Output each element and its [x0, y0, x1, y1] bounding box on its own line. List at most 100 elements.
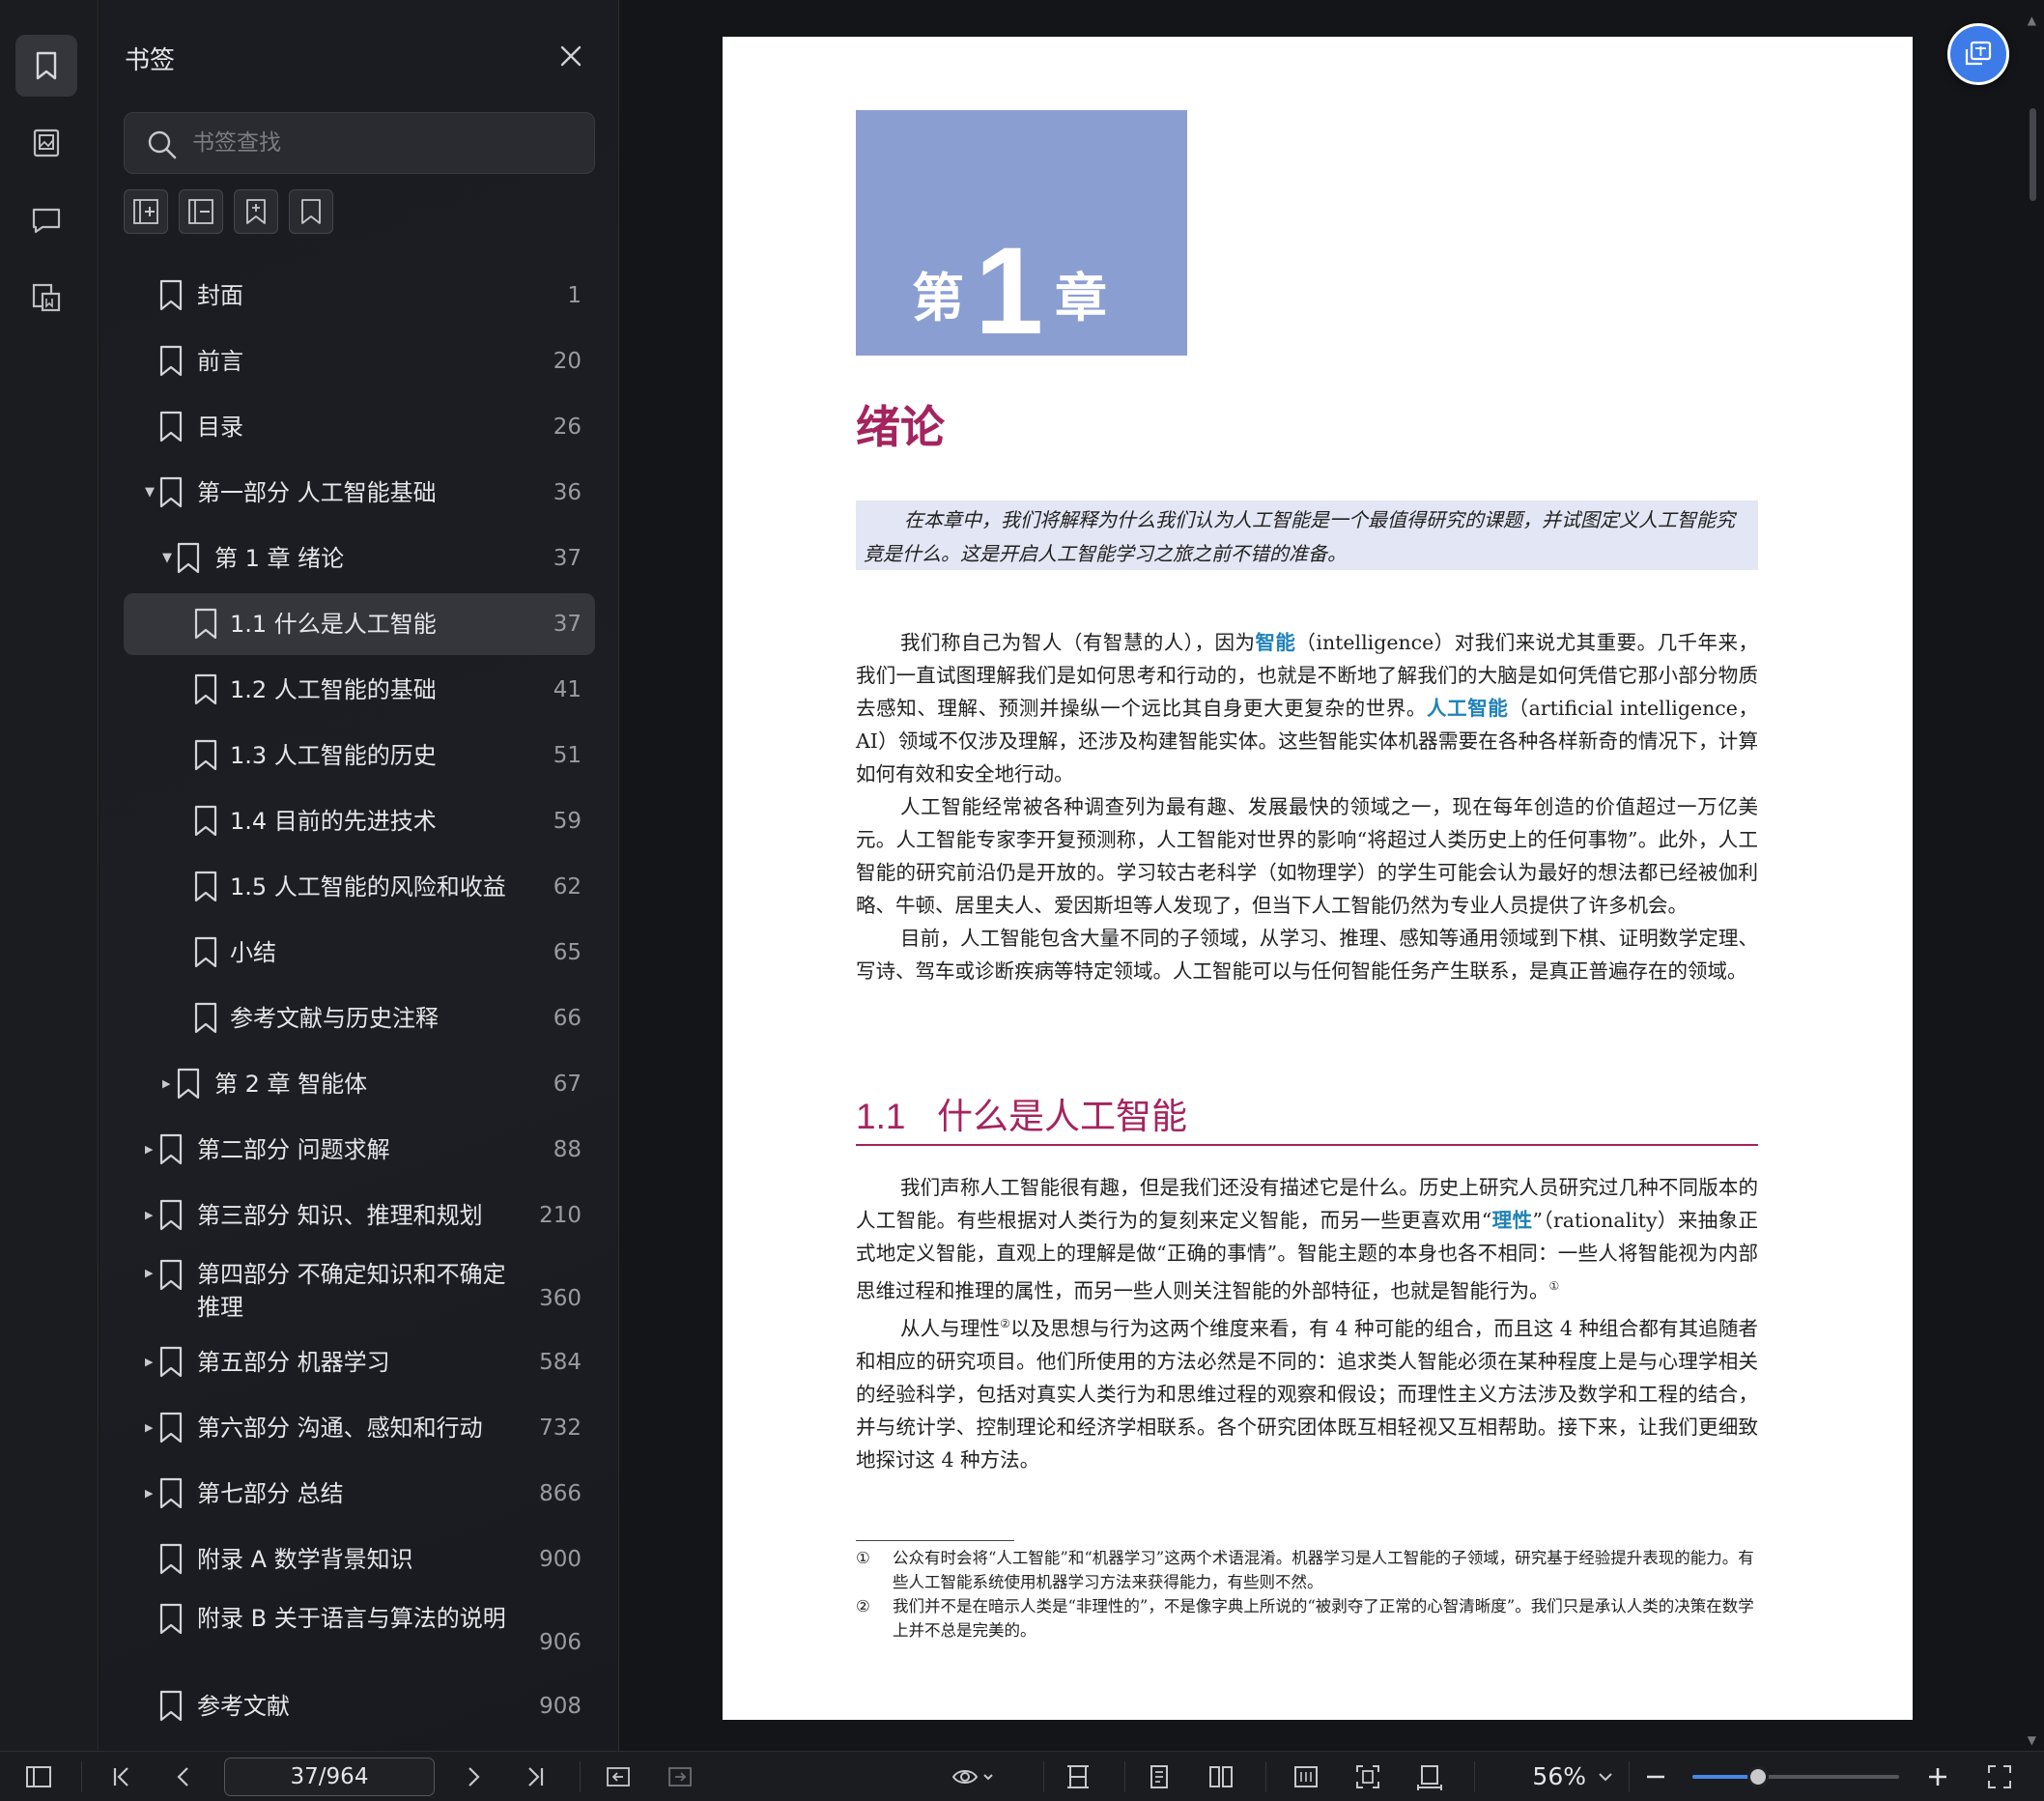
expand-all-button[interactable]	[124, 189, 168, 234]
floating-action-button[interactable]	[1947, 23, 2009, 85]
continuous-scroll-icon	[1067, 1765, 1089, 1788]
zoom-dropdown[interactable]	[1588, 1759, 1623, 1794]
bookmark-item[interactable]: 1.2 人工智能的基础 41	[124, 659, 595, 721]
bookmark-page-number: 210	[539, 1203, 582, 1228]
thumbnail-panel-button[interactable]	[15, 112, 77, 174]
bookmark-label: 第 2 章 智能体	[214, 1071, 368, 1098]
first-page-icon	[113, 1767, 128, 1787]
two-page-button[interactable]	[1204, 1759, 1238, 1794]
fit-width-icon	[1417, 1765, 1442, 1790]
bookmark-label: 第 1 章 绪论	[214, 545, 345, 572]
scroll-down-arrow[interactable]: ▼	[2028, 1733, 2036, 1747]
bookmark-item[interactable]: ▶ 第二部分 问题求解 88	[124, 1119, 595, 1181]
paragraph: 从人与理性②以及思想与行为这两个维度来看，有 4 种可能的组合，而且这 4 种组…	[856, 1307, 1758, 1476]
paragraph: 我们声称人工智能很有趣，但是我们还没有描述它是什么。历史上研究人员研究过几种不同…	[856, 1171, 1758, 1307]
bookmark-item[interactable]: 1.4 目前的先进技术 59	[124, 790, 595, 852]
bookmark-item[interactable]: ▶ 第六部分 沟通、感知和行动 732	[124, 1397, 595, 1459]
comment-panel-button[interactable]	[15, 189, 77, 251]
zoom-in-button[interactable]	[1920, 1759, 1955, 1794]
add-bookmark-button[interactable]	[234, 189, 278, 234]
bookmark-item[interactable]: ▶ 第五部分 机器学习 584	[124, 1331, 595, 1393]
bookmark-page-number: 88	[553, 1137, 582, 1162]
bookmark-item[interactable]: ▶ 第 2 章 智能体 67	[124, 1053, 595, 1115]
page-number-input[interactable]: 37/964	[224, 1758, 435, 1796]
bookmark-item[interactable]: 参考文献 908	[124, 1675, 595, 1737]
bookmark-icon	[194, 805, 217, 837]
bookmark-page-number: 908	[539, 1694, 582, 1719]
bookmark-item[interactable]: 1.3 人工智能的历史 51	[124, 725, 595, 786]
bookmark-page-number: 67	[553, 1072, 582, 1097]
next-page-button[interactable]	[456, 1759, 491, 1794]
bookmark-tools	[124, 189, 333, 234]
comment-panel-icon	[32, 208, 61, 234]
bookmark-search-input[interactable]	[192, 113, 579, 173]
paragraph: 我们称自己为智人（有智慧的人），因为智能（intelligence）对我们来说尤…	[856, 626, 1758, 790]
bookmark-page-number: 36	[553, 480, 582, 505]
bookmark-label: 封面	[197, 282, 243, 309]
bookmark-page-number: 41	[553, 677, 582, 702]
extract-panel-button[interactable]	[15, 267, 77, 329]
bookmark-item[interactable]: 1.5 人工智能的风险和收益 62	[124, 856, 595, 918]
bookmark-item[interactable]: 参考文献与历史注释 66	[124, 987, 595, 1049]
single-page-button[interactable]	[1142, 1759, 1177, 1794]
toolbar-divider	[1474, 1761, 1475, 1792]
chevron-right-icon	[468, 1767, 480, 1787]
bookmark-item[interactable]: ▼ 第 1 章 绪论 37	[124, 528, 595, 589]
bookmark-item[interactable]: 封面 1	[124, 265, 595, 327]
bookmark-label: 1.3 人工智能的历史	[230, 742, 437, 769]
bookmark-item[interactable]: ▶ 第七部分 总结 866	[124, 1463, 595, 1525]
bookmark-item[interactable]: ▼ 第一部分 人工智能基础 36	[124, 462, 595, 524]
fullscreen-button[interactable]	[1982, 1759, 2017, 1794]
bookmark-page-number: 732	[539, 1415, 582, 1441]
bookmark-icon	[159, 1603, 183, 1635]
forward-button[interactable]	[663, 1759, 697, 1794]
bookmark-button[interactable]	[289, 189, 333, 234]
zoom-level[interactable]: 56%	[1493, 1761, 1586, 1792]
close-icon[interactable]	[555, 41, 586, 71]
bookmark-item[interactable]: 目录 26	[124, 396, 595, 458]
zoom-slider[interactable]	[1692, 1766, 1899, 1787]
keyword: 智能	[1255, 631, 1296, 654]
bookmark-page-number: 1	[567, 283, 582, 308]
scroll-up-arrow[interactable]: ▲	[2028, 14, 2036, 27]
bookmark-label: 第四部分 不确定知识和不确定推理	[197, 1261, 506, 1321]
scrollbar-thumb[interactable]	[2030, 108, 2036, 201]
zoom-out-button[interactable]	[1638, 1759, 1673, 1794]
view-mode-dropdown[interactable]	[949, 1759, 997, 1794]
bookmark-icon	[177, 542, 200, 574]
continuous-scroll-button[interactable]	[1061, 1759, 1095, 1794]
previous-page-button[interactable]	[166, 1759, 201, 1794]
collapse-all-button[interactable]	[179, 189, 223, 234]
bookmark-item[interactable]: 前言 20	[124, 330, 595, 392]
keyword: 理性	[1491, 1209, 1533, 1232]
fit-width-button[interactable]	[1412, 1759, 1447, 1794]
bookmark-icon	[194, 739, 217, 771]
footnote: ① 公众有时会将“人工智能”和“机器学习”这两个术语混淆。机器学习是人工智能的子领…	[856, 1546, 1758, 1594]
bookmark-panel-icon	[36, 51, 57, 80]
bookmark-item[interactable]: ▶ 第三部分 知识、推理和规划 210	[124, 1185, 595, 1246]
section-title: 什么是人工智能	[937, 1097, 1187, 1136]
bookmark-page-number: 26	[553, 415, 582, 440]
footnotes: ① 公众有时会将“人工智能”和“机器学习”这两个术语混淆。机器学习是人工智能的子领…	[856, 1546, 1758, 1643]
bookmark-icon	[159, 1346, 183, 1378]
first-page-button[interactable]	[104, 1759, 139, 1794]
footnote-ref[interactable]: ①	[1549, 1279, 1560, 1293]
section-paragraphs: 我们声称人工智能很有趣，但是我们还没有描述它是什么。历史上研究人员研究过几种不同…	[856, 1171, 1758, 1476]
back-button[interactable]	[601, 1759, 636, 1794]
toggle-sidebar-button[interactable]	[21, 1759, 56, 1794]
bookmark-label: 1.2 人工智能的基础	[230, 676, 437, 703]
document-viewer[interactable]: 第 1 章 绪论 在本章中，我们将解释为什么我们认为人工智能是一个最值得研究的课…	[620, 0, 2044, 1751]
bookmark-icon	[194, 936, 217, 968]
bookmark-icon	[159, 1477, 183, 1509]
zoom-slider-handle[interactable]	[1747, 1766, 1770, 1787]
bookmark-item[interactable]: 附录 A 数学背景知识 900	[124, 1529, 595, 1590]
actual-size-button[interactable]	[1289, 1759, 1323, 1794]
fit-page-button[interactable]	[1350, 1759, 1385, 1794]
fullscreen-icon	[1988, 1765, 2011, 1788]
bookmark-panel-button[interactable]	[15, 35, 77, 97]
text-run: 从人与理性	[900, 1316, 1001, 1340]
bookmark-item[interactable]: 1.1 什么是人工智能 37	[124, 593, 595, 655]
footnote-ref[interactable]: ②	[1000, 1317, 1010, 1330]
last-page-button[interactable]	[518, 1759, 553, 1794]
bookmark-item[interactable]: 小结 65	[124, 922, 595, 984]
